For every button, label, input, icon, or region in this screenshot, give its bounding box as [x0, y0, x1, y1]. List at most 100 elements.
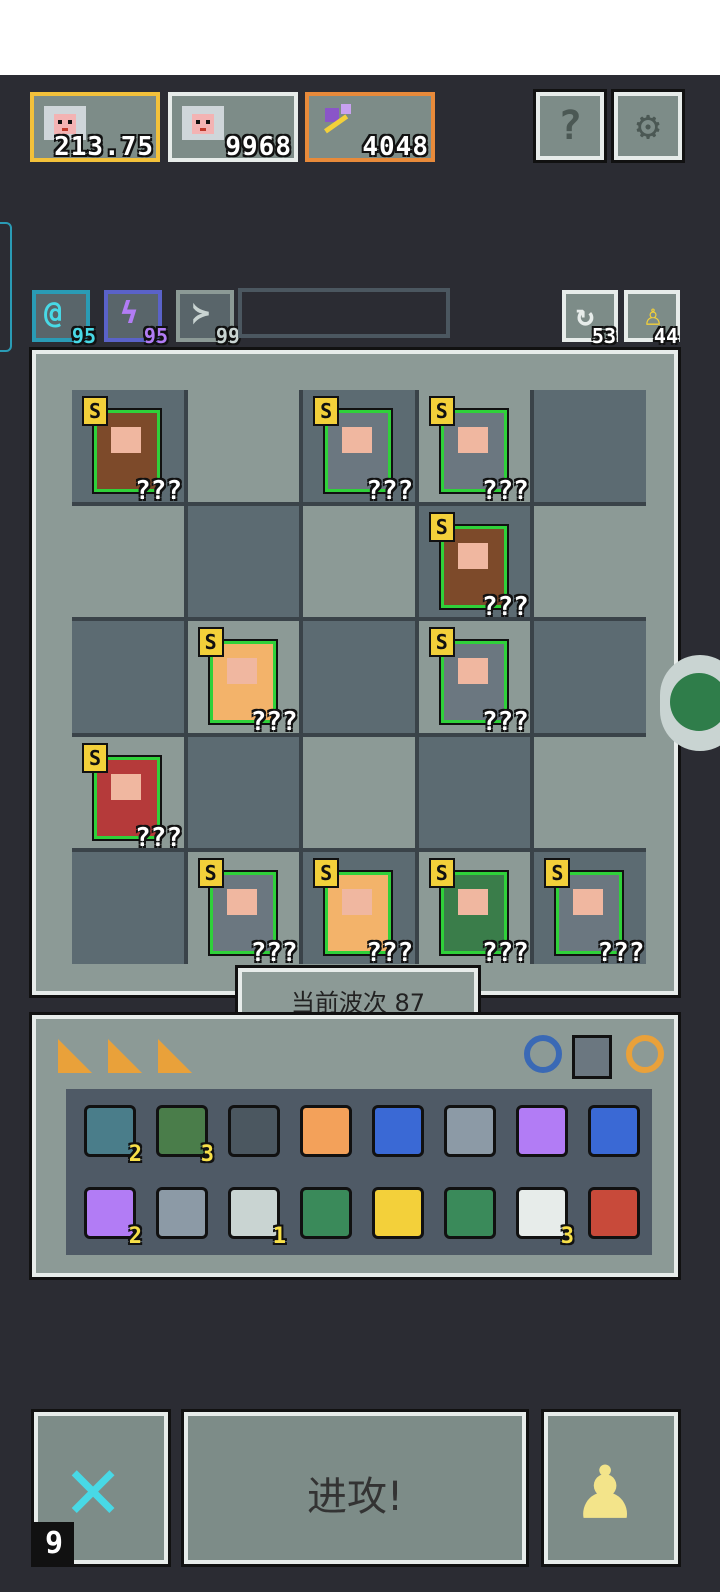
- board-cell[interactable]: [418, 736, 531, 849]
- board-cell[interactable]: S???: [534, 852, 646, 968]
- res-cyan-value: 95: [71, 324, 96, 348]
- inventory-panel: 2 3 2 1 3: [29, 1012, 681, 1280]
- board-cell[interactable]: [187, 390, 300, 502]
- key-icon: [300, 1105, 352, 1157]
- game-board: S??? S??? S??? S??? S??? S??? S??? S??? S??? S???…: [29, 347, 681, 998]
- unit-unknown-label: ???: [481, 476, 529, 506]
- board-cell[interactable]: [72, 505, 184, 618]
- weapon-card[interactable]: 4048: [305, 92, 435, 162]
- inventory-item[interactable]: [368, 1101, 428, 1161]
- cancel-button[interactable]: ✕ 9: [31, 1409, 171, 1567]
- hero-card-2-value: 9968: [225, 132, 292, 162]
- gear-icon: ⚙: [635, 103, 661, 149]
- left-edge-tab: [0, 222, 12, 352]
- inventory-item[interactable]: [296, 1183, 356, 1243]
- armor-icon[interactable]: [572, 1035, 612, 1079]
- unit-unknown-label: ???: [366, 938, 414, 969]
- shuriken-icon: [156, 1187, 208, 1239]
- inventory-item[interactable]: 3: [512, 1183, 574, 1249]
- inventory-item[interactable]: 2: [80, 1101, 142, 1167]
- item-count: 3: [560, 1224, 574, 1249]
- board-cell[interactable]: S???: [303, 852, 415, 968]
- rank-badge: S: [197, 858, 224, 889]
- unit-spear[interactable]: S???: [428, 627, 529, 737]
- board-cell[interactable]: [534, 390, 646, 502]
- chat-widget[interactable]: [660, 655, 720, 751]
- board-cell[interactable]: [187, 505, 300, 618]
- green-rune-icon: [300, 1187, 352, 1239]
- hero-card-2[interactable]: 9968: [168, 92, 298, 162]
- res-purple-value: 95: [143, 324, 168, 348]
- unit-spear[interactable]: S???: [544, 858, 644, 968]
- arrow-icon: [588, 1187, 640, 1239]
- inventory-item[interactable]: [224, 1101, 284, 1161]
- board-cell[interactable]: S???: [418, 621, 531, 737]
- board-cell[interactable]: [534, 505, 646, 618]
- unit-dwarf[interactable]: S???: [82, 742, 182, 853]
- refresh-counter[interactable]: ↻ 53: [562, 290, 618, 348]
- board-cell[interactable]: [534, 621, 646, 733]
- unit-unknown-label: ???: [135, 822, 182, 853]
- board-cell[interactable]: [72, 852, 184, 964]
- purple-axe-icon: [324, 104, 351, 134]
- board-cell[interactable]: S???: [303, 390, 415, 506]
- inventory-item[interactable]: [296, 1101, 356, 1161]
- board-cell[interactable]: S???: [72, 390, 184, 506]
- board-cell[interactable]: [72, 621, 184, 733]
- inventory-grid: 2 3 2 1 3: [66, 1089, 652, 1255]
- attack-button[interactable]: 进攻!: [181, 1409, 529, 1567]
- board-cell[interactable]: S???: [187, 621, 300, 737]
- help-icon: ?: [557, 103, 583, 149]
- inventory-item[interactable]: 1: [224, 1183, 286, 1249]
- res-gray-value: 99: [215, 324, 240, 348]
- unit-unknown-label: ???: [481, 938, 529, 969]
- unit-archer[interactable]: S???: [428, 858, 529, 968]
- board-cell[interactable]: S???: [418, 505, 531, 622]
- board-cell[interactable]: S???: [418, 390, 531, 506]
- unit-spear[interactable]: S???: [428, 396, 529, 506]
- inventory-item[interactable]: [368, 1183, 428, 1243]
- board-cell[interactable]: [534, 736, 646, 849]
- blue-flame-icon: [588, 1105, 640, 1157]
- res-gray: ≻ 99: [176, 290, 240, 348]
- settings-button[interactable]: ⚙: [611, 89, 685, 163]
- inventory-tab-icon[interactable]: [108, 1039, 142, 1073]
- unit-spear[interactable]: S???: [313, 396, 413, 506]
- key-counter[interactable]: ♙ 44: [624, 290, 680, 348]
- item-count: 1: [272, 1224, 286, 1249]
- unit-monk[interactable]: S???: [313, 858, 413, 968]
- board-cell[interactable]: [187, 736, 300, 849]
- inventory-item[interactable]: 3: [152, 1101, 214, 1167]
- board-cell[interactable]: S???: [187, 852, 300, 968]
- inventory-item[interactable]: [440, 1101, 500, 1161]
- unit-barbarian[interactable]: S???: [197, 627, 298, 737]
- board-cell[interactable]: S???: [72, 736, 184, 853]
- board-cell[interactable]: [303, 505, 415, 618]
- inventory-tab-icon[interactable]: [158, 1039, 192, 1073]
- unit-shield[interactable]: S???: [428, 511, 529, 622]
- inventory-item[interactable]: [584, 1101, 644, 1161]
- unit-shield[interactable]: S???: [82, 396, 182, 506]
- ring-icon[interactable]: [524, 1035, 562, 1073]
- key-counter-value: 44: [653, 324, 678, 348]
- inventory-item[interactable]: [152, 1183, 212, 1243]
- board-cell[interactable]: [303, 621, 415, 733]
- board-cell[interactable]: [303, 736, 415, 849]
- unit-spear[interactable]: S???: [197, 858, 298, 968]
- weapon-card-value: 4048: [362, 132, 429, 162]
- hero-card-1[interactable]: 213.75: [30, 92, 160, 162]
- cancel-count: 9: [34, 1522, 74, 1566]
- units-button[interactable]: ♟: [541, 1409, 681, 1567]
- board-cell[interactable]: S???: [418, 852, 531, 968]
- help-button[interactable]: ?: [533, 89, 607, 163]
- inventory-item[interactable]: [512, 1101, 572, 1161]
- inventory-tab-icon[interactable]: [58, 1039, 92, 1073]
- shield-icon: [228, 1105, 280, 1157]
- inventory-item[interactable]: 2: [80, 1183, 142, 1249]
- inventory-item[interactable]: [440, 1183, 500, 1243]
- amulet-icon[interactable]: [626, 1035, 664, 1073]
- chat-icon: [670, 673, 720, 731]
- rank-badge: S: [428, 396, 455, 426]
- unit-unknown-label: ???: [250, 707, 298, 738]
- inventory-item[interactable]: [584, 1183, 644, 1243]
